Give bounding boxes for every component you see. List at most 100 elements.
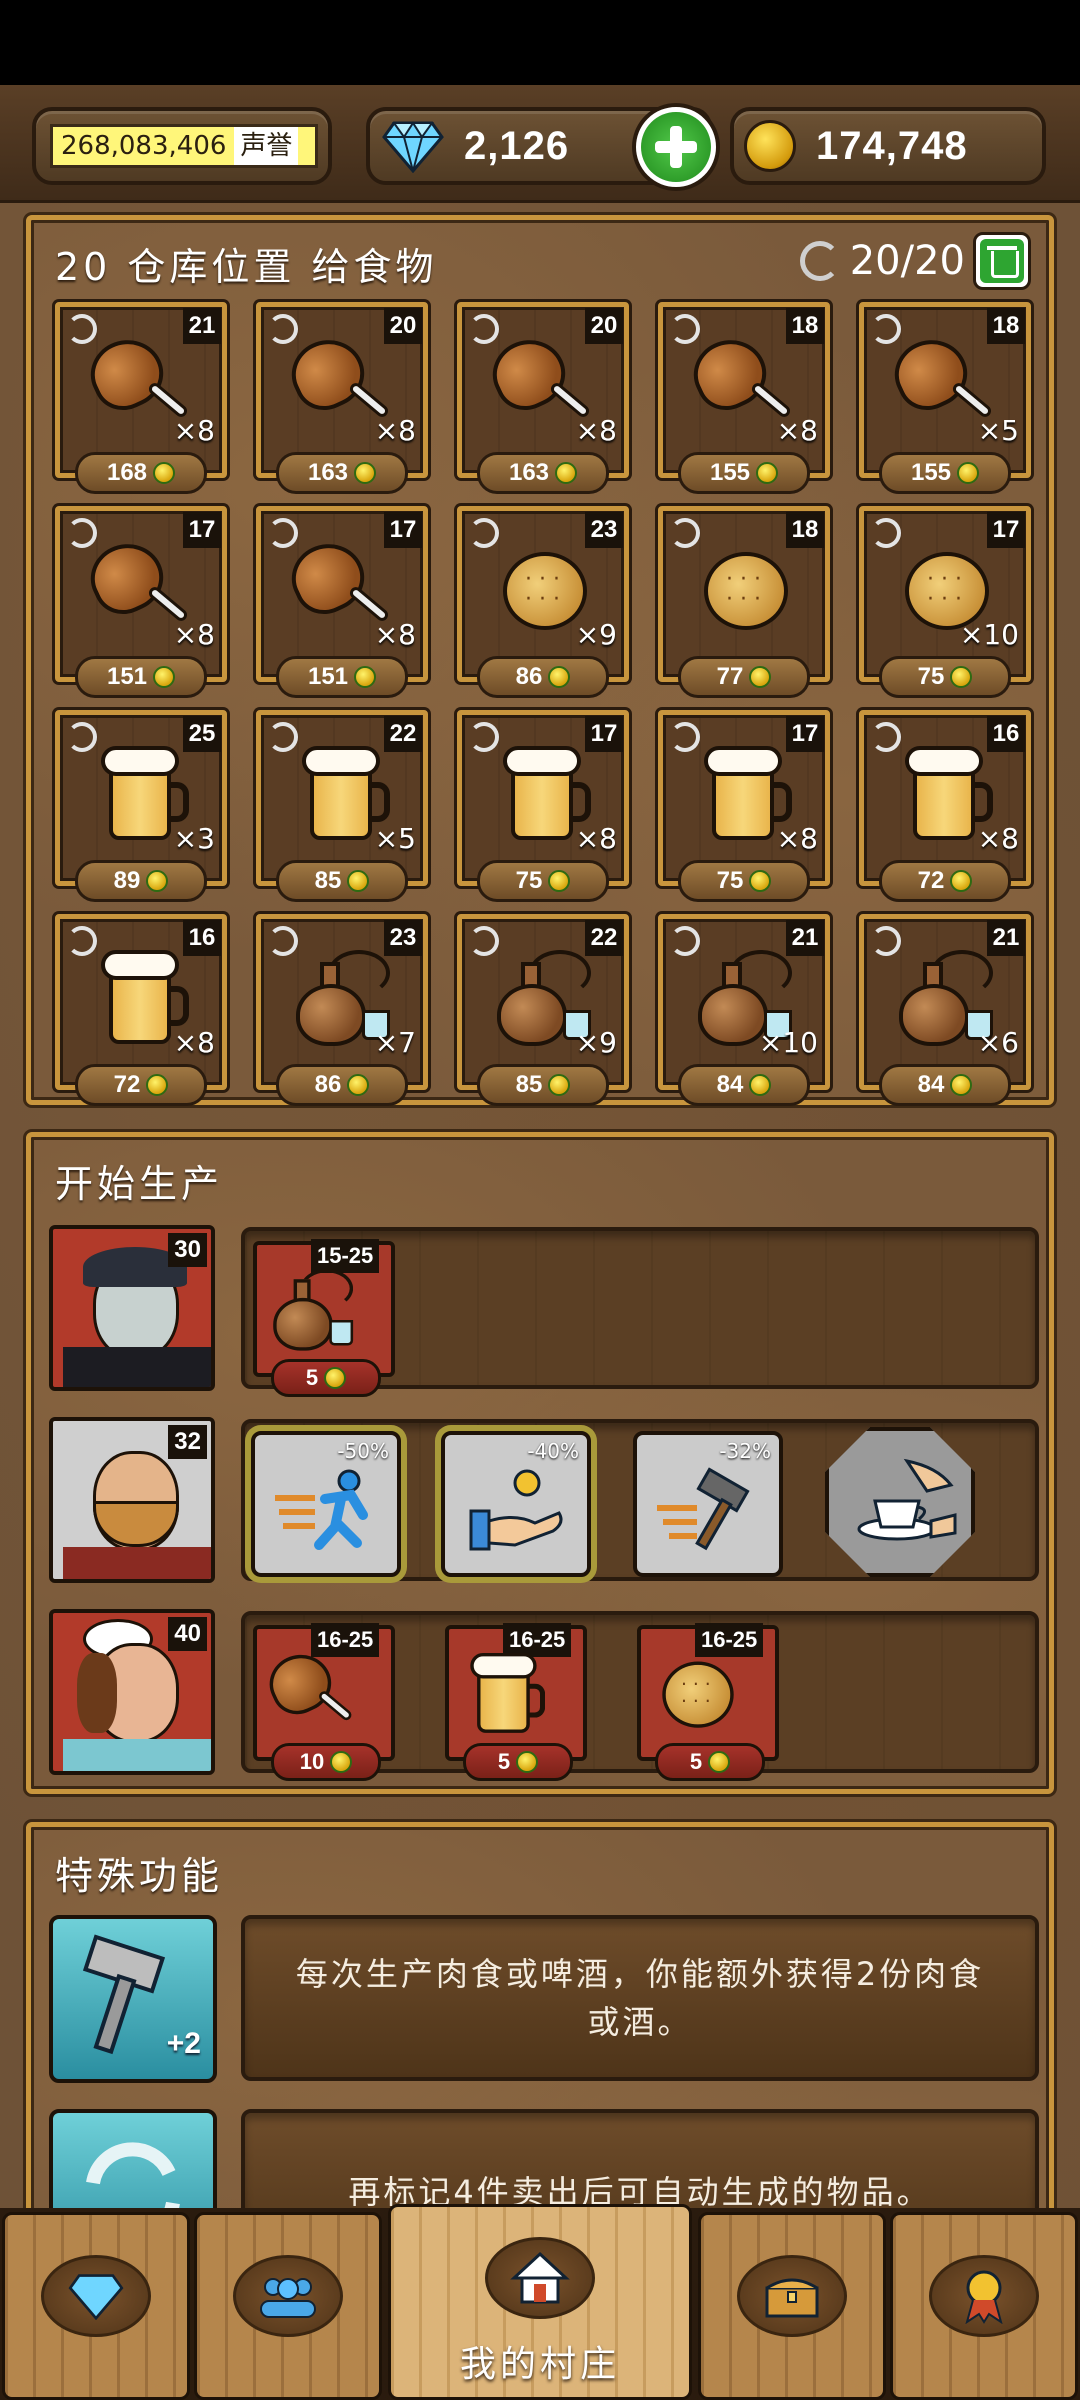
nav-achievements-button[interactable] xyxy=(890,2212,1078,2400)
coin-icon xyxy=(153,462,176,484)
nav-gems-button[interactable] xyxy=(2,2212,190,2400)
item-quantity: ×6 xyxy=(977,1026,1019,1059)
item-price: 86 xyxy=(276,1064,408,1106)
nav-my-village-button[interactable]: 我的村庄 xyxy=(388,2204,692,2400)
nav-social-button[interactable] xyxy=(194,2212,382,2400)
coin-icon xyxy=(153,666,176,688)
storage-slot[interactable]: 21 ×10 84 xyxy=(658,914,830,1106)
coin-hand-icon xyxy=(469,1469,563,1551)
storage-slot[interactable]: 17 ×8 75 xyxy=(457,710,629,902)
production-lane: 16-25 10 16-25 5 16-25 5 xyxy=(241,1611,1039,1781)
storage-slot[interactable]: 17 ×8 75 xyxy=(658,710,830,902)
item-price: 77 xyxy=(678,656,810,698)
plus-icon xyxy=(641,112,711,182)
coin-hand-skill-button[interactable]: -40% xyxy=(441,1431,591,1577)
production-job[interactable]: 15-25 5 xyxy=(253,1239,395,1397)
item-price: 155 xyxy=(678,452,810,494)
coin-icon xyxy=(950,666,973,688)
nav-chest-button[interactable] xyxy=(698,2212,886,2400)
item-quantity: ×8 xyxy=(374,414,416,447)
people-icon xyxy=(260,2278,316,2318)
storage-count-area: 20/20 xyxy=(799,232,1031,290)
coin-icon xyxy=(950,1074,973,1096)
drumstick-icon xyxy=(260,1644,357,1738)
coin-icon xyxy=(749,870,772,892)
coin-icon xyxy=(146,870,169,892)
coin-icon xyxy=(957,462,980,484)
gold-coin-icon xyxy=(744,120,796,172)
coin-icon xyxy=(347,1074,370,1096)
storage-slot[interactable]: 18 ×5 155 xyxy=(859,302,1031,494)
teacup-icon xyxy=(857,1458,957,1541)
production-job[interactable]: 16-25 10 xyxy=(253,1623,395,1781)
storage-slot[interactable]: 20 ×8 163 xyxy=(457,302,629,494)
flask-icon xyxy=(263,1269,357,1354)
coin-icon xyxy=(146,1074,169,1096)
item-price: 151 xyxy=(276,656,408,698)
coin-icon xyxy=(354,666,377,688)
storage-count: 20/20 xyxy=(849,238,965,284)
nav-label: 我的村庄 xyxy=(459,2344,620,2385)
job-range: 16-25 xyxy=(503,1623,572,1657)
item-price: 163 xyxy=(276,452,408,494)
storage-slot[interactable]: 23 ×7 86 xyxy=(256,914,428,1106)
cookie-icon xyxy=(647,1653,741,1738)
job-range: 16-25 xyxy=(695,1623,764,1657)
storage-slot[interactable]: 16 ×8 72 xyxy=(859,710,1031,902)
production-job[interactable]: 16-25 5 xyxy=(637,1623,779,1781)
coin-icon xyxy=(756,462,779,484)
storage-slot[interactable]: 25 ×3 89 xyxy=(55,710,227,902)
item-price: 85 xyxy=(276,860,408,902)
special-title: 特殊功能 xyxy=(55,1854,224,1898)
item-price: 168 xyxy=(75,452,207,494)
worker-level: 32 xyxy=(168,1425,207,1459)
tea-service-skill-button[interactable] xyxy=(825,1427,975,1577)
production-job[interactable]: 16-25 5 xyxy=(445,1623,587,1781)
item-price: 72 xyxy=(879,860,1011,902)
special-description: 每次生产肉食或啤酒，你能额外获得2份肉食或酒。 xyxy=(241,1915,1039,2081)
item-price: 75 xyxy=(477,860,609,902)
hammer-plus2-icon: +2 xyxy=(49,1915,217,2083)
beer-icon xyxy=(455,1653,549,1738)
job-cost: 5 xyxy=(655,1743,765,1781)
trash-button[interactable] xyxy=(973,232,1031,290)
storage-slot[interactable]: 21 ×6 84 xyxy=(859,914,1031,1106)
item-price: 89 xyxy=(75,860,207,902)
worker-row-cook: 40 16-25 10 16-25 5 16-25 5 xyxy=(49,1609,1039,1781)
storage-slot[interactable]: 16 ×8 72 xyxy=(55,914,227,1106)
storage-grid: 21 ×8 168 20 ×8 163 20 ×8 163 18 ×8 155 18 ×5 155 17 ×8 1… xyxy=(55,302,1035,1106)
buy-gems-button[interactable] xyxy=(632,103,720,191)
hammer-skill-button[interactable]: -32% xyxy=(633,1431,783,1577)
item-price: 155 xyxy=(879,452,1011,494)
bottom-navigation: 我的村庄 xyxy=(0,2204,1080,2400)
coin-icon xyxy=(548,1074,571,1096)
storage-slot[interactable]: 23×986 xyxy=(457,506,629,698)
storage-slot[interactable]: 22 ×9 85 xyxy=(457,914,629,1106)
production-lane: 15-25 5 xyxy=(241,1227,1039,1397)
lumberjack-avatar[interactable]: 32 xyxy=(49,1417,215,1583)
storage-slot[interactable]: 17 ×8 151 xyxy=(256,506,428,698)
coin-icon xyxy=(749,666,772,688)
storage-slot[interactable]: 17×1075 xyxy=(859,506,1031,698)
hammer-icon xyxy=(657,1467,750,1551)
storage-slot[interactable]: 20 ×8 163 xyxy=(256,302,428,494)
storage-slot[interactable]: 18 ×8 155 xyxy=(658,302,830,494)
worker-row-vampire: 30 15-25 5 xyxy=(49,1225,1039,1397)
job-cost: 5 xyxy=(463,1743,573,1781)
storage-slot[interactable]: 17 ×8 151 xyxy=(55,506,227,698)
coin-icon xyxy=(749,1074,772,1096)
cook-avatar[interactable]: 40 xyxy=(49,1609,215,1775)
gem-counter: 2,126 xyxy=(366,103,720,191)
production-panel: 开始生产 30 15-25 5 32 -50% -40% -32% 40 16-… xyxy=(26,1132,1054,1794)
storage-slot[interactable]: 1877 xyxy=(658,506,830,698)
storage-slot[interactable]: 21 ×8 168 xyxy=(55,302,227,494)
gold-counter: 174,748 xyxy=(730,107,1046,185)
worker-level: 30 xyxy=(168,1233,207,1267)
job-cost: 5 xyxy=(271,1359,381,1397)
speed-skill-button[interactable]: -50% xyxy=(251,1431,401,1577)
bonus-badge: +2 xyxy=(166,2027,201,2060)
reputation-value: 268,083,406 xyxy=(61,131,227,161)
vampire-avatar[interactable]: 30 xyxy=(49,1225,215,1391)
reputation-counter: 268,083,406 声誉 xyxy=(32,107,332,185)
storage-slot[interactable]: 22 ×5 85 xyxy=(256,710,428,902)
